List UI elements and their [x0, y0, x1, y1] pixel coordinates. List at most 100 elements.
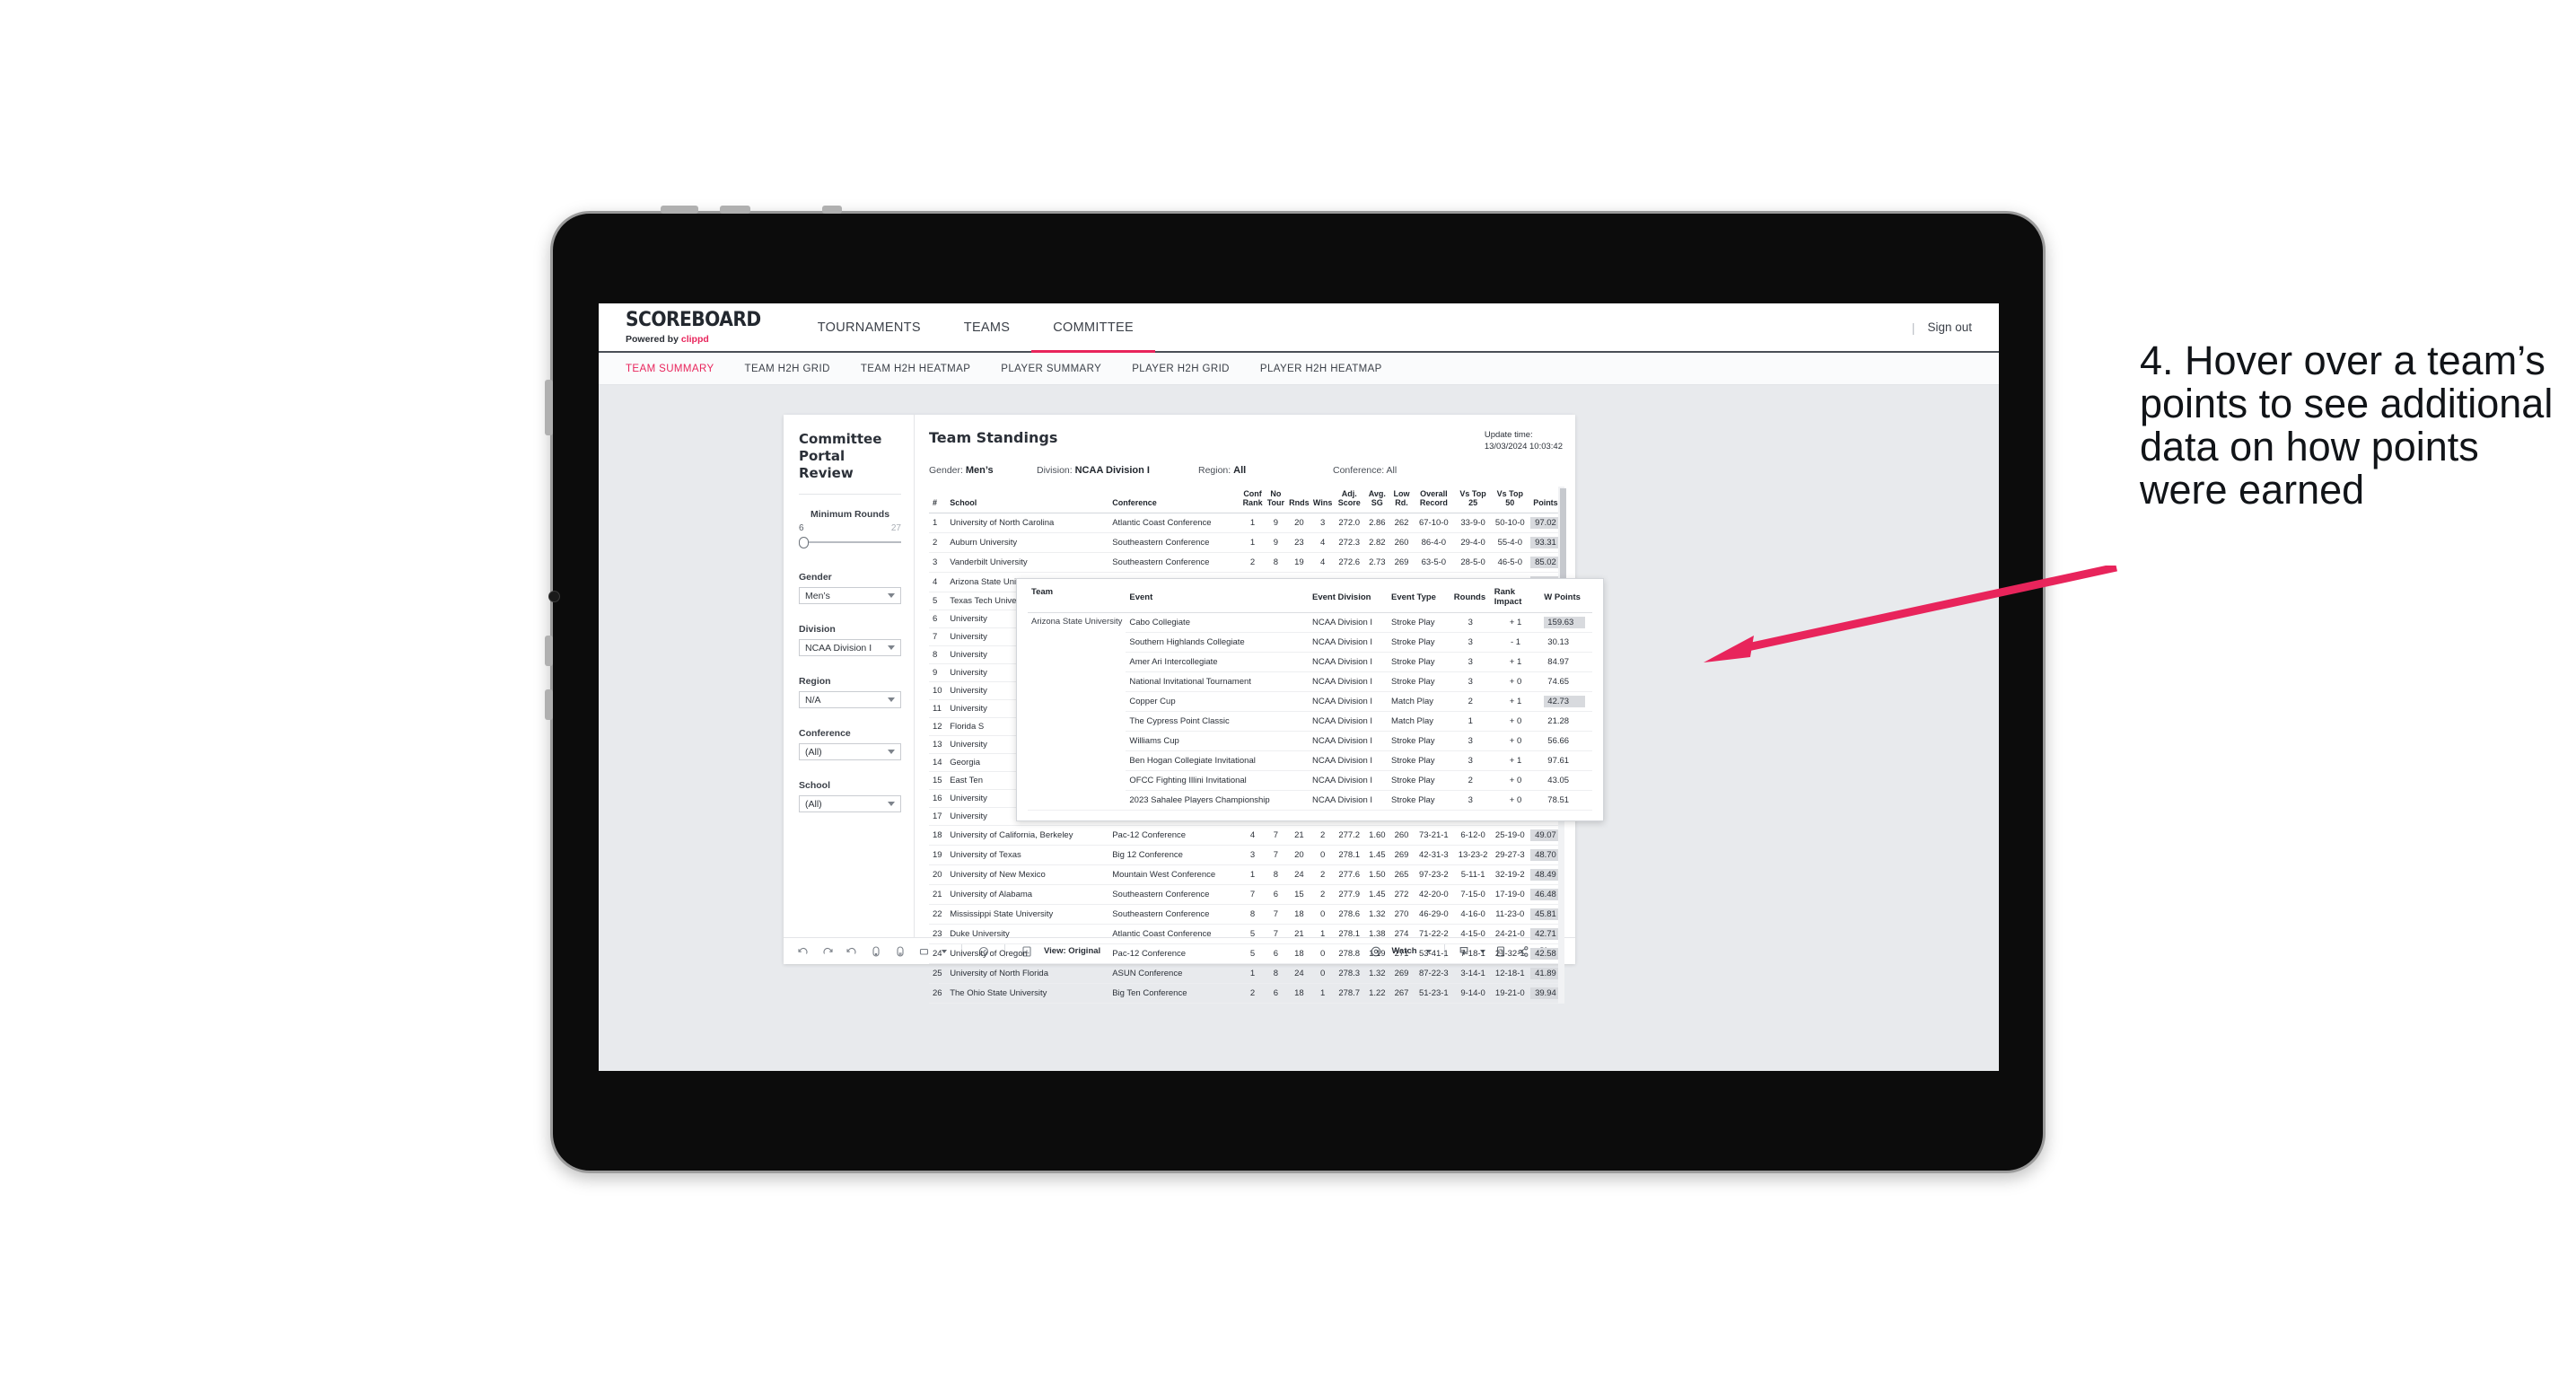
- col-overall-record[interactable]: Overall Record: [1413, 486, 1455, 514]
- cell-rec: 46-29-0: [1413, 904, 1455, 925]
- points-chip[interactable]: 85.02: [1529, 557, 1561, 569]
- table-row[interactable]: 22 Mississippi State University Southeaste…: [929, 904, 1563, 925]
- tooltip-cell-type: Stroke Play: [1387, 671, 1450, 692]
- points-chip[interactable]: 41.89: [1529, 968, 1561, 980]
- pause-data-icon[interactable]: [893, 944, 907, 958]
- sign-out-link[interactable]: Sign out: [1927, 320, 1972, 334]
- table-row[interactable]: 20 University of New Mexico Mountain West …: [929, 864, 1563, 886]
- points-chip[interactable]: 93.31: [1529, 537, 1561, 549]
- filter-region-select[interactable]: N/A: [799, 691, 901, 709]
- col-overall-record-l2: Record: [1419, 497, 1448, 507]
- points-chip[interactable]: 46.48: [1529, 889, 1561, 901]
- col-adj-score[interactable]: Adj. Score: [1334, 486, 1364, 514]
- points-chip[interactable]: 48.49: [1529, 869, 1561, 882]
- table-row[interactable]: 25 University of North Florida ASUN Confer…: [929, 963, 1563, 985]
- tooltip-cell-event: 2023 Sahalee Players Championship: [1126, 790, 1309, 811]
- points-chip[interactable]: 42.58: [1529, 948, 1561, 961]
- undo-icon[interactable]: [796, 944, 810, 958]
- brand-logo[interactable]: SCOREBOARD Powered by clippd: [599, 303, 796, 351]
- cell-school: University of Oregon: [948, 943, 1111, 965]
- points-chip[interactable]: 49.07: [1529, 829, 1561, 842]
- points-chip[interactable]: 48.70: [1529, 849, 1561, 862]
- cell-low: 267: [1389, 983, 1414, 1004]
- tooltip-cell-type: Match Play: [1387, 691, 1450, 712]
- tooltip-cell-impact: + 0: [1490, 731, 1541, 751]
- slider-handle[interactable]: [799, 537, 809, 549]
- col-rnds[interactable]: Rnds: [1287, 486, 1311, 514]
- filter-minimum-rounds: Minimum Rounds 6 27: [799, 509, 901, 549]
- tab-player-h2h-heatmap[interactable]: PLAYER H2H HEATMAP: [1260, 364, 1382, 374]
- cell-notour: 8: [1264, 864, 1288, 886]
- nav-link-teams[interactable]: TEAMS: [942, 303, 1031, 351]
- col-wins[interactable]: Wins: [1310, 486, 1335, 514]
- points-chip[interactable]: 45.81: [1529, 908, 1561, 921]
- table-row[interactable]: 1 University of North Carolina Atlantic Co…: [929, 513, 1563, 534]
- points-chip[interactable]: 39.94: [1529, 987, 1561, 1000]
- tooltip-row: Arizona State University Cabo Collegiate N…: [1028, 612, 1592, 811]
- tab-team-summary[interactable]: TEAM SUMMARY: [626, 364, 714, 374]
- cell-sg: 1.45: [1363, 884, 1390, 906]
- col-rank[interactable]: #: [929, 486, 949, 514]
- cell-rank: 3: [929, 552, 949, 574]
- cell-adj: 278.3: [1334, 963, 1364, 985]
- refresh-data-icon[interactable]: [869, 944, 882, 958]
- standings-content: Team Standings Update time: 13/03/2024 1…: [915, 415, 1604, 1004]
- table-row[interactable]: 21 University of Alabama Southeastern Conf…: [929, 884, 1563, 906]
- filter-division: Division NCAA Division I: [799, 624, 901, 657]
- nav-link-committee[interactable]: COMMITTEE: [1031, 303, 1155, 353]
- cell-confrank: 1: [1240, 513, 1265, 534]
- cell-notour: 7: [1264, 924, 1288, 945]
- cell-confrank: 8: [1240, 904, 1265, 925]
- tooltip-col-rank-impact: Rank Impact: [1490, 587, 1541, 613]
- filter-school-select[interactable]: (All): [799, 795, 901, 813]
- col-low-rd[interactable]: Low Rd.: [1389, 486, 1414, 514]
- cell-confrank: 7: [1240, 884, 1265, 906]
- col-conf-rank[interactable]: Conf Rank: [1240, 486, 1265, 514]
- table-row[interactable]: 24 University of Oregon Pac-12 Conference 5…: [929, 943, 1563, 965]
- standings-header: Team Standings Update time: 13/03/2024 1…: [929, 429, 1563, 453]
- table-row[interactable]: 18 University of California, Berkeley Pac-…: [929, 825, 1563, 847]
- cell-rnds: 18: [1287, 983, 1311, 1004]
- col-conference[interactable]: Conference: [1110, 486, 1241, 514]
- tooltip-cell-type: Stroke Play: [1387, 632, 1450, 653]
- table-row[interactable]: 19 University of Texas Big 12 Conference 3 7…: [929, 845, 1563, 866]
- cell-confrank: 1: [1240, 864, 1265, 886]
- filter-gender-select[interactable]: Men’s: [799, 587, 901, 605]
- tooltip-cell-wpoints: 84.97: [1540, 652, 1592, 672]
- redo-icon[interactable]: [820, 944, 834, 958]
- tooltip-col-event-type: Event Type: [1387, 587, 1450, 613]
- brand-tagline: Powered by clippd: [626, 334, 773, 345]
- tab-player-h2h-grid[interactable]: PLAYER H2H GRID: [1132, 364, 1230, 374]
- filter-division-select[interactable]: NCAA Division I: [799, 639, 901, 657]
- cell-conf: Southeastern Conference: [1110, 552, 1241, 574]
- col-vs-top-50[interactable]: Vs Top 50: [1491, 486, 1529, 514]
- tab-player-summary[interactable]: PLAYER SUMMARY: [1001, 364, 1101, 374]
- cell-sg: 1.38: [1363, 924, 1390, 945]
- tab-team-h2h-heatmap[interactable]: TEAM H2H HEATMAP: [861, 364, 970, 374]
- points-chip[interactable]: 42.71: [1529, 928, 1561, 941]
- table-row[interactable]: 2 Auburn University Southeastern Conferenc…: [929, 532, 1563, 554]
- tooltip-cell-event: The Cypress Point Classic: [1126, 711, 1309, 732]
- portal-title: Committee Portal Review: [799, 431, 882, 481]
- revert-icon[interactable]: [845, 944, 858, 958]
- minimum-rounds-label: Minimum Rounds: [810, 509, 890, 521]
- cell-adj: 278.1: [1334, 845, 1364, 866]
- col-avg-sg[interactable]: Avg. SG: [1363, 486, 1390, 514]
- cell-school: Duke University: [948, 924, 1111, 945]
- col-no-tour[interactable]: No Tour: [1264, 486, 1288, 514]
- table-row[interactable]: 23 Duke University Atlantic Coast Conferen…: [929, 924, 1563, 945]
- col-school[interactable]: School: [948, 486, 1111, 514]
- cell-t25: 13-23-2: [1454, 845, 1492, 866]
- table-row[interactable]: 26 The Ohio State University Big Ten Confe…: [929, 983, 1563, 1004]
- col-vs-top-25[interactable]: Vs Top 25: [1454, 486, 1492, 514]
- minimum-rounds-slider[interactable]: [799, 536, 901, 549]
- breadcrumb-division-value: NCAA Division I: [1074, 464, 1150, 476]
- tooltip-cell-type: Stroke Play: [1387, 770, 1450, 791]
- points-chip[interactable]: 97.02: [1529, 517, 1561, 530]
- filter-conference-select[interactable]: (All): [799, 743, 901, 761]
- nav-link-tournaments[interactable]: TOURNAMENTS: [796, 303, 942, 351]
- cell-adj: 272.6: [1334, 552, 1364, 574]
- table-row[interactable]: 3 Vanderbilt University Southeastern Confe…: [929, 552, 1563, 574]
- tab-team-h2h-grid[interactable]: TEAM H2H GRID: [745, 364, 830, 374]
- col-avg-sg-l1: Avg.: [1368, 488, 1386, 498]
